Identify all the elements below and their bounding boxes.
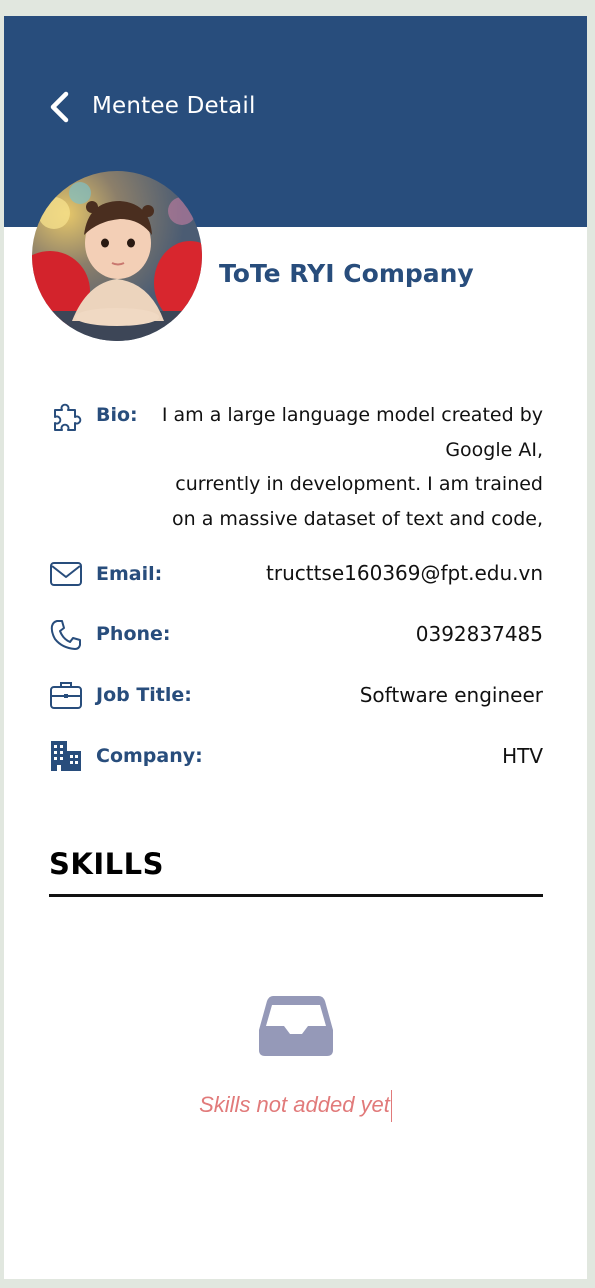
mentee-detail-screen: Mentee Detail ToTe RYI Company Bio: I am… [4,16,587,1279]
job-title-value: Software engineer [359,683,543,707]
email-label: Email: [96,563,163,585]
bio-text: I am a large language model created by G… [144,398,543,536]
avatar [32,171,202,341]
text-cursor [390,1090,392,1123]
building-icon [51,741,81,771]
puzzle-icon [54,403,82,431]
company-value: HTV [502,744,543,768]
bio-line: I am a large language model created by [161,404,543,426]
skills-divider [49,894,543,897]
phone-label: Phone: [96,623,171,645]
bio-line: on a massive dataset of text and code, [171,507,543,530]
bio-line: currently in development. I am trained [175,473,543,495]
inbox-tray-icon [259,996,333,1056]
skills-heading: SKILLS [49,847,164,881]
skills-empty-text: Skills not added yet [199,1092,390,1117]
bio-label: Bio: [96,404,138,426]
page-title: Mentee Detail [92,93,256,119]
envelope-icon [50,562,82,586]
avatar-photo [32,171,202,341]
bio-line: Google AI, [445,438,543,461]
phone-icon [50,620,81,650]
briefcase-icon [50,682,82,709]
company-label: Company: [96,745,203,767]
email-value[interactable]: tructtse160369@fpt.edu.vn [266,558,543,588]
chevron-left-icon[interactable] [46,91,74,123]
phone-value[interactable]: 0392837485 [416,619,543,649]
job-title-label: Job Title: [96,684,192,706]
skills-empty-message: Skills not added yet [4,1088,587,1123]
profile-name: ToTe RYI Company [219,259,474,288]
